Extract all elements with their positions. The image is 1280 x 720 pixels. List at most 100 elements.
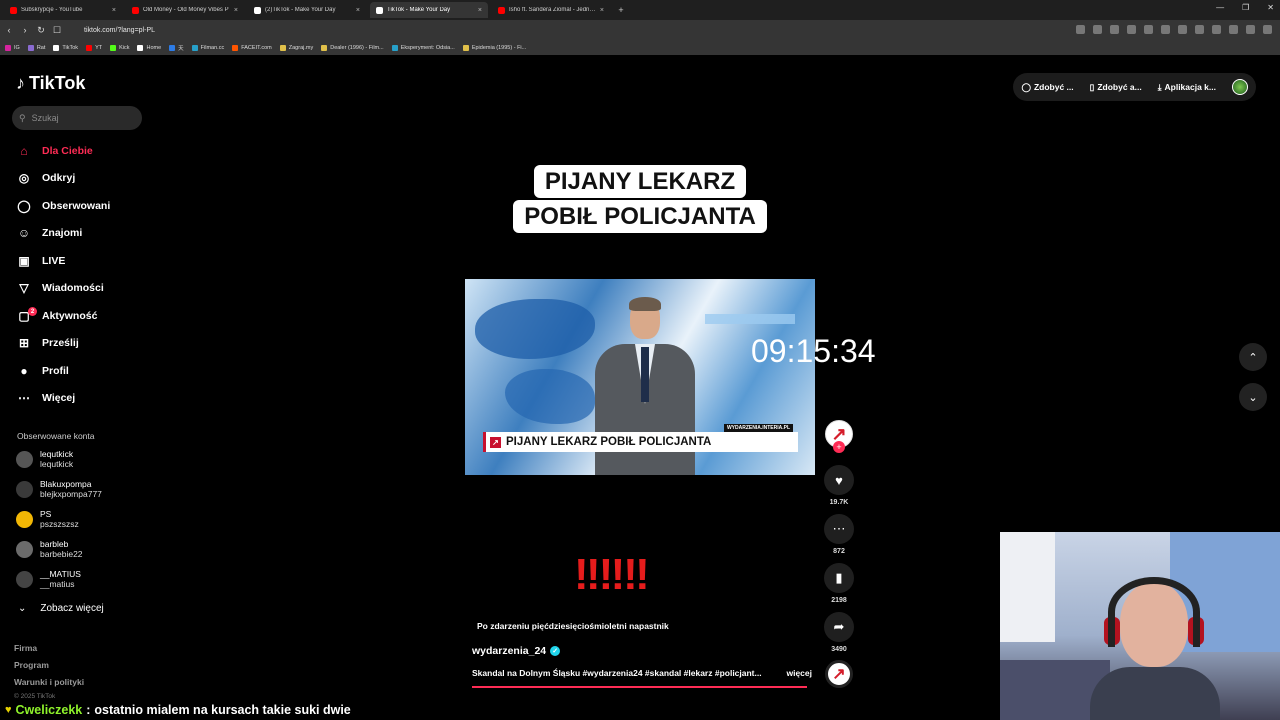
sidebar-item[interactable]: ☺ Znajomi <box>16 220 146 248</box>
footer-link[interactable]: Program <box>14 660 49 670</box>
more-button[interactable]: więcej <box>786 668 812 678</box>
extension-icon[interactable] <box>1195 25 1204 34</box>
verified-icon: ✓ <box>550 646 561 656</box>
sidebar-item[interactable]: ⌂ Dla Ciebie <box>16 137 146 165</box>
account-handle: pszszszsz <box>40 519 79 529</box>
see-more-button[interactable]: ⌄ Zobacz więcej <box>18 603 104 614</box>
new-tab-button[interactable]: + <box>614 5 628 15</box>
sidebar-item[interactable]: ▽ Wiadomości <box>16 275 146 303</box>
bookmark-item[interactable]: FACEIT.com <box>232 44 272 51</box>
next-video-button[interactable]: ⌄ <box>1239 383 1267 411</box>
save-button[interactable]: ▮ 2198 <box>824 563 854 604</box>
sidebar-item-label: Odkryj <box>42 172 76 185</box>
account-avatar <box>16 450 33 468</box>
sidebar-item[interactable]: ◯ Obserwowani <box>16 192 146 220</box>
browser-tab[interactable]: (2)TikTok - Make Your Day × <box>248 2 366 18</box>
search-input[interactable]: ⚲ Szukaj <box>12 106 142 130</box>
extension-icon[interactable] <box>1178 25 1187 34</box>
footer-link[interactable]: Warunki i polityki <box>14 677 84 687</box>
extension-icon[interactable] <box>1246 25 1255 34</box>
url-field[interactable]: tiktok.com/?lang=pl-PL <box>84 27 155 34</box>
extension-icon[interactable] <box>1212 25 1221 34</box>
extension-icon[interactable] <box>1161 25 1170 34</box>
close-window-icon[interactable]: ✕ <box>1267 3 1274 12</box>
sidebar-item[interactable]: ▣ LIVE <box>16 247 146 275</box>
tab-close-icon[interactable]: × <box>356 7 360 14</box>
following-account[interactable]: PS pszszszsz <box>16 505 146 533</box>
bookmark-label: Epidemia (1995) - Fi... <box>471 44 527 51</box>
following-account[interactable]: __MATIUS __matius <box>16 565 146 593</box>
previous-video-button[interactable]: ⌃ <box>1239 343 1267 371</box>
share-button[interactable]: ➦ 3490 <box>824 612 854 653</box>
bookmark-label: YT <box>95 44 103 51</box>
bookmark-item[interactable]: Filman.cc <box>191 44 224 51</box>
extension-icon[interactable] <box>1093 25 1102 34</box>
bookmark-item[interactable]: Eksperyment: Odsia... <box>391 44 455 51</box>
following-account[interactable]: Blakuxpompa blejkxpompa777 <box>16 475 146 503</box>
bookmark-favicon-icon <box>53 44 60 51</box>
bookmark-label: FACEIT.com <box>241 44 272 51</box>
sidebar-item[interactable]: ◎ Odkryj <box>16 165 146 193</box>
footer-link[interactable]: Firma <box>14 643 37 653</box>
sidebar-item[interactable]: ⊞ Prześlij <box>16 330 146 358</box>
bookmark-page-icon[interactable]: ☐ <box>50 25 64 36</box>
tab-close-icon[interactable]: × <box>600 7 604 14</box>
extension-icon[interactable] <box>1144 25 1153 34</box>
news-clip: WYDARZENIA.INTERIA.PL ↗ PIJANY LEKARZ PO… <box>465 279 815 475</box>
bookmark-item[interactable]: YT <box>86 44 103 51</box>
comment-button[interactable]: ⋯ 872 <box>824 514 854 555</box>
bookmark-item[interactable]: Epidemia (1995) - Fi... <box>462 44 527 51</box>
video-author[interactable]: wydarzenia_24 ✓ <box>472 645 561 657</box>
extension-icon[interactable] <box>1076 25 1085 34</box>
extension-icon[interactable] <box>1127 25 1136 34</box>
extension-icon[interactable] <box>1263 25 1272 34</box>
back-icon[interactable]: ‹ <box>2 25 16 35</box>
browser-tab[interactable]: Old Money - Old Money Vibes P × <box>126 2 244 18</box>
tab-close-icon[interactable]: × <box>234 7 238 14</box>
video-progress-bar[interactable] <box>472 686 807 688</box>
tab-close-icon[interactable]: × <box>112 7 116 14</box>
following-account[interactable]: lequtkick lequtkick <box>16 445 146 473</box>
reload-icon[interactable]: ↻ <box>34 25 48 36</box>
screen: Subskrypcje - YouTube × Old Money - Old Mo… <box>0 0 1280 720</box>
bookmark-favicon-icon <box>169 44 176 51</box>
desktop-app-button[interactable]: ⤓ Aplikacja k... <box>1158 82 1216 93</box>
news-logo-icon: ↗ <box>490 436 501 448</box>
minimize-icon[interactable]: — <box>1216 3 1224 12</box>
bookmark-item[interactable]: TikTok <box>53 44 78 51</box>
restore-icon[interactable]: ❐ <box>1242 3 1249 12</box>
bookmark-label: Zagraj.my <box>288 44 314 51</box>
extension-icon[interactable] <box>1229 25 1238 34</box>
extension-icon[interactable] <box>1110 25 1119 34</box>
like-button[interactable]: ♥ 19.7K <box>824 465 854 506</box>
follow-plus-icon[interactable]: + <box>833 441 845 453</box>
bookmark-item[interactable]: 天 <box>169 44 184 52</box>
tab-favicon-icon <box>10 6 17 14</box>
browser-tab[interactable]: TikTok - Make Your Day × <box>370 2 488 18</box>
sidebar-item[interactable]: ● Profil <box>16 357 146 385</box>
music-disc-icon[interactable]: ↗ <box>825 660 853 688</box>
user-avatar[interactable] <box>1232 79 1248 95</box>
account-name: Blakuxpompa <box>40 479 92 489</box>
tiktok-logo[interactable]: ♪ TikTok <box>16 73 85 94</box>
video-description: Skandal na Dolnym Śląsku #wydarzenia24 #… <box>472 668 812 678</box>
following-account[interactable]: barbleb barbebie22 <box>16 535 146 563</box>
forward-icon[interactable]: › <box>18 25 32 35</box>
bookmark-item[interactable]: Dealer (1996) - Film... <box>321 44 384 51</box>
get-app-button[interactable]: ▯ Zdobyć a... <box>1090 82 1142 93</box>
bookmark-item[interactable]: IG <box>5 44 20 51</box>
bookmark-item[interactable]: Home <box>137 44 161 51</box>
sidebar-item[interactable]: ▢ Aktywność 2 <box>16 302 146 330</box>
tab-close-icon[interactable]: × <box>478 7 482 14</box>
get-coins-button[interactable]: ◯ Zdobyć ... <box>1021 82 1073 93</box>
tab-favicon-icon <box>132 6 139 14</box>
browser-tab[interactable]: Subskrypcje - YouTube × <box>4 2 122 18</box>
sidebar-item[interactable]: ⋯ Więcej <box>16 385 146 413</box>
bookmark-item[interactable]: Zagraj.my <box>279 44 314 51</box>
browser-tab[interactable]: Isho ft. Sandera Ziomal - Jednorazów × <box>492 2 610 18</box>
bookmark-item[interactable]: Rat <box>27 44 45 51</box>
home-icon: ⌂ <box>20 143 28 158</box>
bookmark-item[interactable]: Kick <box>110 44 129 51</box>
profile-icon: ● <box>20 363 28 378</box>
account-avatar <box>16 570 33 588</box>
